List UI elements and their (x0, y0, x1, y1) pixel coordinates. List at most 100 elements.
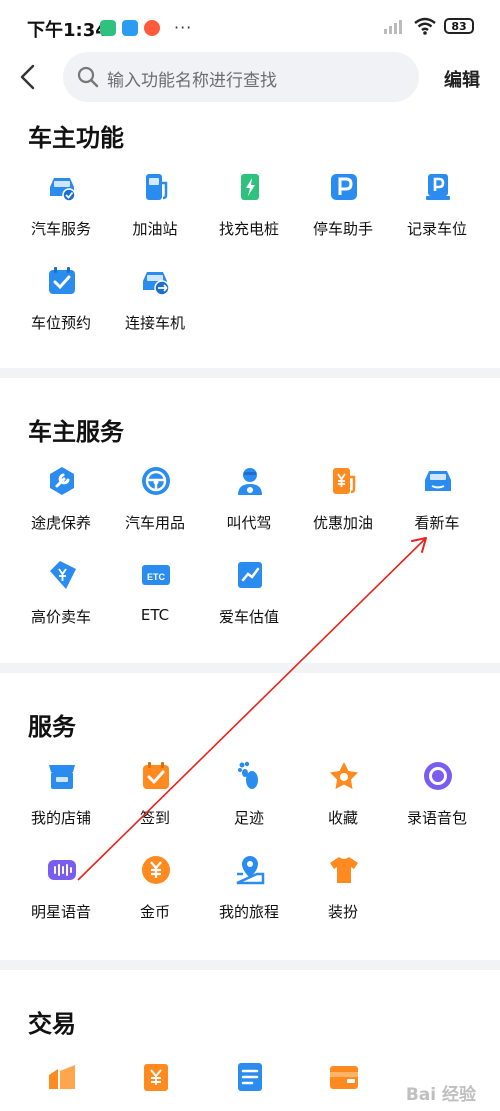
search-input[interactable]: 输入功能名称进行查找 (63, 52, 419, 102)
item-label: 我的旅程 (218, 903, 279, 921)
item-check-in[interactable]: 签到 (108, 755, 202, 845)
item-label: 足迹 (233, 809, 264, 827)
new-car-icon (425, 471, 451, 491)
store-icon (49, 765, 75, 789)
item-parking[interactable]: 停车助手 (296, 166, 390, 256)
item-gas-station[interactable]: 加油站 (108, 166, 202, 256)
item-car-link[interactable]: 连接车机 (108, 260, 202, 350)
item-etc[interactable]: ETC ETC (108, 554, 202, 644)
back-button[interactable] (14, 62, 44, 92)
parking-icon (331, 174, 357, 200)
item-label: 优惠加油 (312, 514, 373, 532)
item-trade-4[interactable] (296, 1056, 390, 1106)
item-record-voice-pack[interactable]: 录语音包 (390, 755, 484, 845)
item-label: 车位预约 (30, 314, 91, 332)
record-voice-icon (424, 762, 452, 790)
etc-icon: ETC (142, 565, 170, 585)
battery-icon: 83 (444, 18, 474, 34)
item-label: 汽车服务 (30, 220, 91, 238)
section-car-owner-functions: 车主功能 汽车服务 加油站 找充电桩 停车助手 记录车位 车位预约 连接车机 (0, 108, 500, 370)
item-label: 收藏 (327, 809, 358, 827)
section-title: 交易 (28, 1010, 76, 1038)
item-label: 金币 (139, 903, 170, 921)
yuan-doc-icon (144, 1064, 168, 1091)
item-my-store[interactable]: 我的店铺 (14, 755, 108, 845)
item-car-valuation[interactable]: 爱车估值 (202, 554, 296, 644)
item-trade-2[interactable] (108, 1056, 202, 1106)
section-divider (0, 368, 500, 378)
document-icon (238, 1063, 262, 1091)
item-label: 叫代驾 (226, 514, 272, 532)
status-right: 83 (384, 17, 474, 35)
wallet-icon (330, 1066, 358, 1089)
item-label: 找充电桩 (218, 220, 279, 238)
item-label: 加油站 (132, 220, 178, 238)
item-trade-1[interactable] (14, 1056, 108, 1106)
item-dress-up[interactable]: 装扮 (296, 849, 390, 939)
header: 输入功能名称进行查找 编辑 (0, 50, 500, 106)
search-icon (77, 66, 99, 88)
record-parking-icon (426, 174, 450, 200)
orange-chart-icon (49, 1065, 75, 1089)
item-label: ETC (140, 606, 170, 624)
item-trade-3[interactable] (202, 1056, 296, 1106)
item-favorites[interactable]: 收藏 (296, 755, 390, 845)
item-car-supplies[interactable]: 汽车用品 (108, 460, 202, 550)
item-label: 我的店铺 (30, 809, 91, 827)
item-label: 看新车 (414, 514, 460, 532)
item-tuhu-maintenance[interactable]: 途虎保养 (14, 460, 108, 550)
item-label: 爱车估值 (218, 608, 279, 626)
item-record-parking[interactable]: 记录车位 (390, 166, 484, 256)
item-label: 高价卖车 (30, 608, 91, 626)
item-discount-fuel[interactable]: 优惠加油 (296, 460, 390, 550)
item-label: 签到 (139, 809, 170, 827)
shirt-icon (330, 857, 358, 883)
car-service-icon (50, 178, 76, 202)
item-footprint[interactable]: 足迹 (202, 755, 296, 845)
item-coins[interactable]: 金币 (108, 849, 202, 939)
item-parking-reservation[interactable]: 车位预约 (14, 260, 108, 350)
section-title: 服务 (28, 713, 76, 741)
watermark: Bai 经验 (405, 1085, 476, 1105)
discount-fuel-icon (333, 468, 356, 494)
gas-station-icon (146, 174, 168, 200)
more-notifications-icon: ··· (174, 18, 193, 37)
item-label: 记录车位 (406, 220, 467, 238)
section-title: 车主功能 (28, 124, 124, 152)
item-label: 途虎保养 (30, 514, 91, 532)
edit-button[interactable]: 编辑 (444, 66, 480, 92)
item-new-car[interactable]: 看新车 (390, 460, 484, 550)
item-sell-car[interactable]: 高价卖车 (14, 554, 108, 644)
status-app-icons: ··· (100, 18, 192, 37)
app-badge-icon (100, 19, 116, 36)
section-title: 车主服务 (28, 418, 124, 446)
footprint-icon (238, 761, 258, 789)
item-label: 连接车机 (124, 314, 185, 332)
map-pin-icon (236, 856, 265, 885)
driver-icon (238, 468, 262, 495)
check-in-icon (143, 762, 169, 789)
price-tag-icon (50, 561, 76, 589)
item-designated-driver[interactable]: 叫代驾 (202, 460, 296, 550)
car-link-icon (143, 272, 170, 296)
item-label: 录语音包 (406, 809, 467, 827)
wrench-icon (50, 467, 74, 495)
item-label: 停车助手 (312, 220, 373, 238)
taobao-icon (144, 19, 160, 36)
status-time: 下午1:34 (27, 20, 108, 41)
item-label: 装扮 (327, 903, 358, 921)
section-divider (0, 663, 500, 673)
section-services: 服务 我的店铺 签到 足迹 收藏 录语音包 明星语音 金币 我的旅程 装扮 (0, 697, 500, 959)
signal-icon (384, 20, 402, 34)
section-car-owner-services: 车主服务 途虎保养 汽车用品 叫代驾 优惠加油 看新车 高价卖车 ETC ETC… (0, 402, 500, 664)
item-star-voice[interactable]: 明星语音 (14, 849, 108, 939)
charging-pile-icon (241, 174, 259, 200)
search-placeholder: 输入功能名称进行查找 (107, 71, 277, 91)
item-label: 明星语音 (30, 903, 91, 921)
item-charging-pile[interactable]: 找充电桩 (202, 166, 296, 256)
item-car-service[interactable]: 汽车服务 (14, 166, 108, 256)
star-icon (330, 762, 358, 789)
svg-text:ETC: ETC (147, 572, 166, 582)
wifi-icon (414, 17, 436, 35)
item-my-trips[interactable]: 我的旅程 (202, 849, 296, 939)
